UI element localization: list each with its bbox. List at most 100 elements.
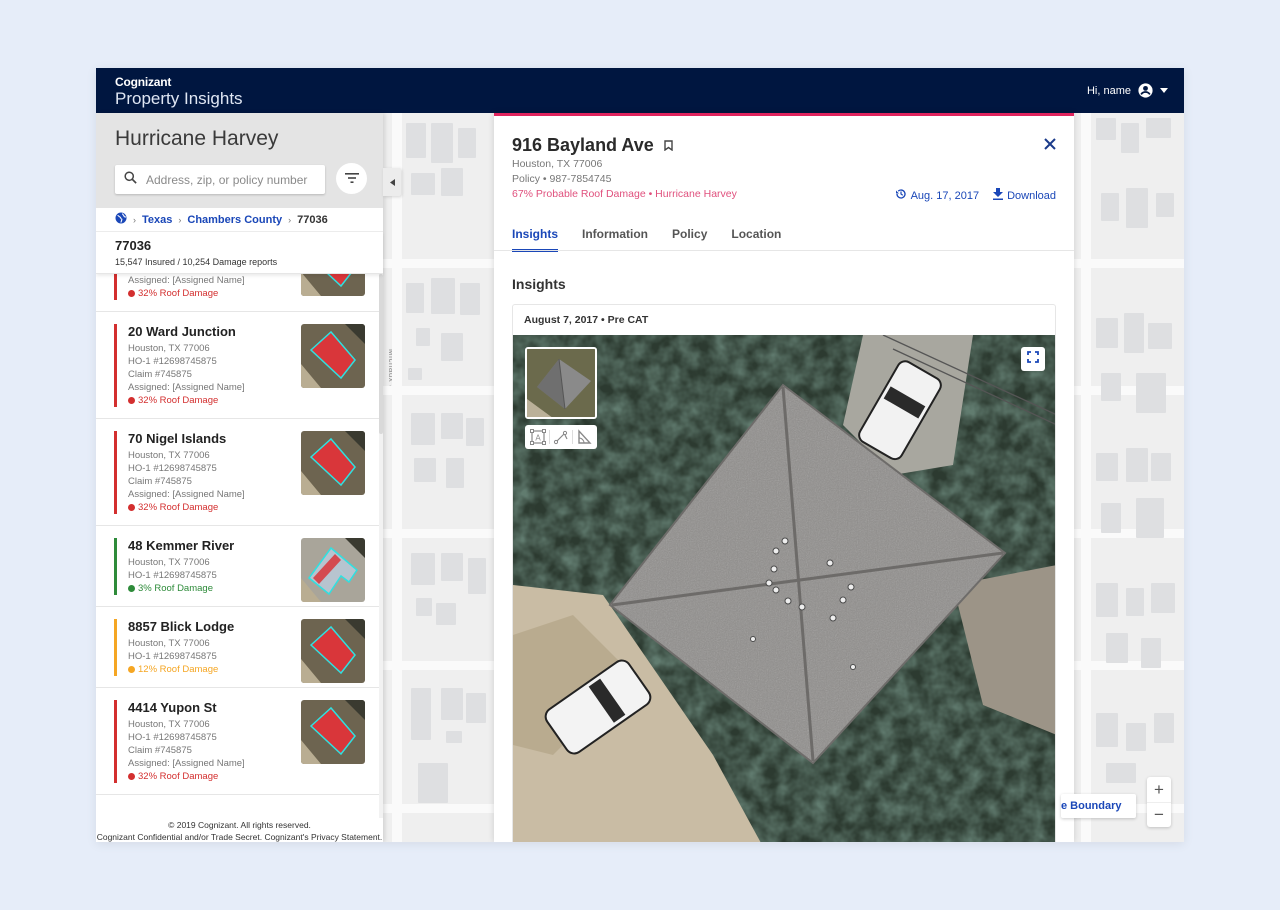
damage-label: 32% Roof Damage	[138, 771, 219, 782]
brand-logo: Cognizant	[115, 75, 172, 89]
map-building	[411, 413, 435, 445]
map-building	[1124, 313, 1144, 353]
tab-location[interactable]: Location	[731, 227, 781, 252]
svg-text:A: A	[536, 434, 542, 443]
download-label: Download	[1007, 189, 1056, 202]
fullscreen-icon	[1027, 350, 1039, 368]
property-name: 916 Bayland Ave	[512, 135, 654, 155]
property-title: 916 Bayland Ave	[512, 135, 673, 156]
severity-bar	[114, 431, 117, 514]
status-dot-icon	[128, 397, 135, 404]
breadcrumb-state[interactable]: Texas	[142, 214, 172, 226]
damage-status: 32% Roof Damage	[128, 394, 383, 407]
map-building	[1101, 373, 1121, 401]
roof-thumbnail	[301, 324, 365, 388]
aerial-image[interactable]: A	[513, 335, 1055, 842]
history-button[interactable]: Aug. 17, 2017	[895, 188, 980, 203]
map-building	[411, 688, 431, 740]
tab-insights[interactable]: Insights	[512, 227, 559, 252]
account-circle-icon	[1137, 82, 1154, 99]
app-window: Michaux St Michaux St Cognizant Property…	[96, 68, 1184, 842]
boundary-button[interactable]: e Boundary	[1061, 794, 1136, 818]
damage-status: 32% Roof Damage	[128, 770, 383, 783]
legal-text[interactable]: Cognizant Confidential and/or Trade Secr…	[96, 831, 383, 842]
property-list-item[interactable]: 8857 Blick Lodge Houston, TX 77006 HO-1 #1…	[96, 607, 383, 688]
map-building	[431, 278, 455, 314]
property-list-item[interactable]: 20 Ward Junction Houston, TX 77006 HO-1 #1…	[96, 312, 383, 419]
breadcrumb-separator: ›	[133, 214, 136, 225]
status-dot-icon	[128, 773, 135, 780]
map-building	[1148, 323, 1172, 349]
breadcrumb-county[interactable]: Chambers County	[187, 214, 282, 226]
user-menu[interactable]: Hi, name	[1087, 82, 1168, 99]
minimap-thumbnail[interactable]	[525, 347, 597, 419]
angle-measure-icon[interactable]	[574, 427, 594, 447]
map-building	[1106, 763, 1136, 783]
map-building	[466, 693, 486, 723]
breadcrumb: › Texas › Chambers County › 77036	[96, 208, 383, 232]
damage-label: 32% Roof Damage	[138, 288, 219, 299]
search-input[interactable]	[146, 172, 316, 187]
map-building	[436, 603, 456, 625]
map-building	[1141, 638, 1161, 668]
imagery-caption: August 7, 2017 • Pre CAT	[524, 314, 649, 326]
damage-summary: 67% Probable Roof Damage • Hurricane Har…	[512, 188, 737, 200]
property-list-item[interactable]: 70 Nigel Islands Houston, TX 77006 HO-1 #1…	[96, 419, 383, 526]
history-date: Aug. 17, 2017	[910, 189, 980, 202]
imagery-card: August 7, 2017 • Pre CAT A	[512, 304, 1056, 842]
breadcrumb-current: 77036	[297, 213, 328, 226]
tab-policy[interactable]: Policy	[672, 227, 707, 252]
copyright-text: © 2019 Cognizant. All rights reserved.	[168, 820, 311, 830]
damage-label: 32% Roof Damage	[138, 395, 219, 406]
map-building	[1126, 188, 1148, 228]
measure-toolbar: A	[525, 425, 597, 449]
close-button[interactable]	[1044, 137, 1056, 155]
tab-information[interactable]: Information	[582, 227, 648, 252]
map-building	[418, 763, 448, 803]
map-building	[441, 553, 463, 581]
map-building	[408, 368, 422, 380]
list-scrollbar[interactable]	[379, 274, 383, 818]
sidebar: Hurricane Harvey › Texas › Chambers Coun…	[96, 113, 383, 842]
map-building	[446, 458, 464, 488]
area-measure-icon[interactable]: A	[528, 427, 548, 447]
map-building	[468, 558, 486, 594]
top-bar: Cognizant Property Insights Hi, name	[96, 68, 1184, 113]
distance-measure-icon[interactable]	[551, 427, 571, 447]
search-box[interactable]	[115, 165, 325, 194]
property-list[interactable]: Houston, TX 77006HO-1 #12698745875Claim …	[96, 274, 383, 818]
history-icon	[895, 188, 907, 203]
map-building	[441, 168, 463, 196]
severity-bar	[114, 538, 117, 595]
map-building	[466, 418, 484, 446]
map-building	[1136, 498, 1164, 538]
property-address: Houston, TX 77006	[512, 158, 603, 170]
map-building	[414, 458, 436, 482]
breadcrumb-separator: ›	[288, 214, 292, 225]
map-building	[431, 123, 453, 163]
map-building	[1096, 713, 1118, 747]
download-button[interactable]: Download	[993, 188, 1056, 203]
map-building	[1136, 373, 1166, 413]
zoom-out-button[interactable]: −	[1147, 802, 1171, 827]
property-detail-panel: 916 Bayland Ave Houston, TX 77006 Policy…	[494, 113, 1074, 842]
caret-down-icon	[1160, 88, 1168, 93]
filter-button[interactable]	[336, 163, 367, 194]
globe-icon[interactable]	[115, 212, 127, 227]
event-title: Hurricane Harvey	[115, 127, 279, 150]
map-building	[411, 173, 435, 195]
property-list-item[interactable]: Houston, TX 77006HO-1 #12698745875Claim …	[96, 274, 383, 312]
property-list-item[interactable]: 48 Kemmer River Houston, TX 77006 HO-1 #12…	[96, 526, 383, 607]
footer: © 2019 Cognizant. All rights reserved. C…	[96, 818, 383, 842]
fullscreen-button[interactable]	[1021, 347, 1045, 371]
property-list-item[interactable]: 4414 Yupon St Houston, TX 77006 HO-1 #1269…	[96, 688, 383, 795]
severity-bar	[114, 700, 117, 783]
scrollbar-thumb[interactable]	[379, 274, 383, 434]
collapse-sidebar-button[interactable]	[383, 168, 401, 196]
map-building	[406, 123, 426, 158]
map-building	[1096, 318, 1118, 348]
severity-bar	[114, 274, 117, 300]
zoom-in-button[interactable]: +	[1147, 777, 1171, 802]
map-building	[458, 128, 476, 158]
bookmark-icon[interactable]	[664, 135, 673, 156]
